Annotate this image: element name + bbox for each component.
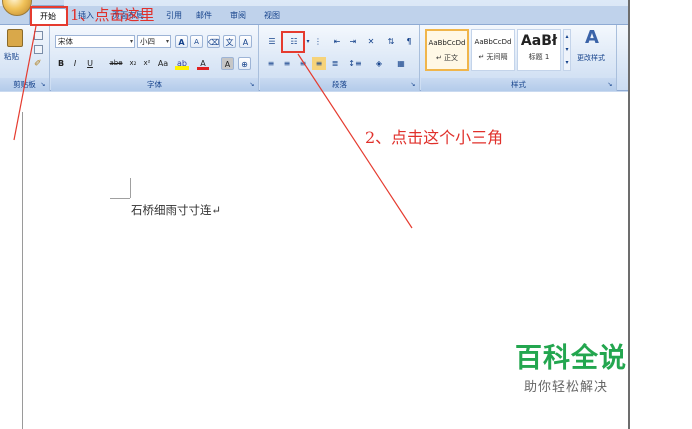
annotation-step-2: 2、点击这个小三角 — [365, 128, 504, 147]
arrow-line-1 — [13, 25, 37, 141]
watermark-brand: 百科全说 — [515, 343, 627, 374]
watermark-tagline: 助你轻松解决 — [524, 380, 609, 395]
annotation-step-1: 1、点击这里 — [70, 6, 155, 24]
